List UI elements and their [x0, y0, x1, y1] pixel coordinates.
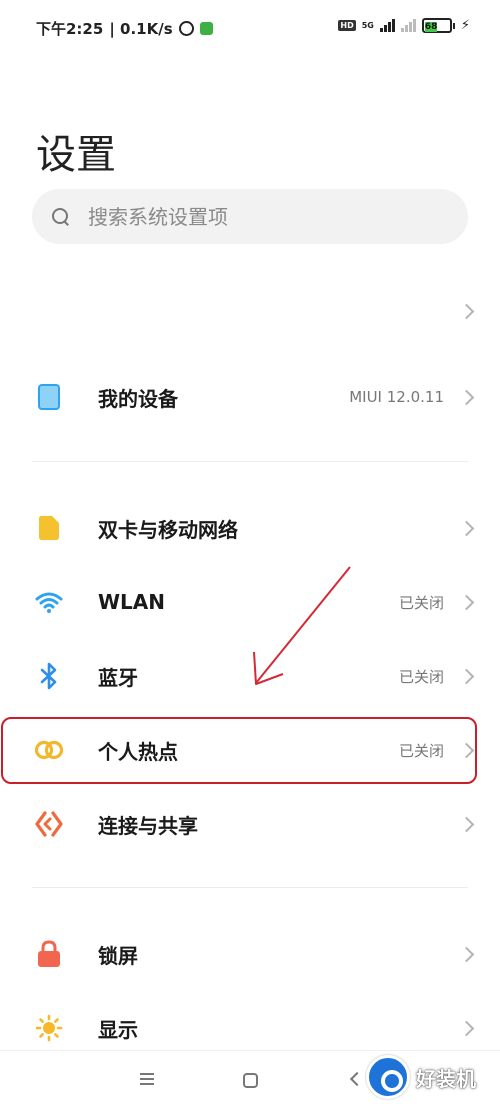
hd-icon: HD [338, 20, 356, 31]
settings-row-my-device[interactable]: 我的设备 MIUI 12.0.11 [0, 362, 500, 432]
watermark-text: 好装机 [416, 1066, 476, 1091]
network-indicator: 5G [361, 20, 374, 30]
recent-apps-button[interactable] [140, 1073, 154, 1085]
settings-row-lock-screen[interactable]: 锁屏 [0, 919, 500, 989]
settings-row-value: MIUI 12.0.11 [349, 388, 444, 406]
chevron-right-icon [458, 594, 475, 610]
battery-icon: 68 [421, 18, 455, 33]
chevron-right-icon [458, 389, 475, 405]
page-title: 设置 [36, 132, 116, 178]
divider [32, 887, 468, 888]
sun-icon [34, 1013, 64, 1043]
status-left: 下午2:25 | 0.1K/s [36, 18, 213, 39]
chevron-right-icon [458, 668, 475, 684]
status-time: 下午2:25 [36, 20, 104, 38]
status-bar: 下午2:25 | 0.1K/s HD 5G 68 ⚡ [0, 0, 500, 56]
signal-icon [379, 19, 395, 32]
settings-row-label: 蓝牙 [98, 665, 138, 690]
search-bar[interactable] [32, 189, 468, 244]
lock-icon [34, 939, 64, 969]
chevron-right-icon [458, 946, 475, 962]
settings-row-value: 已关闭 [398, 593, 444, 612]
status-speed: | 0.1K/s [109, 19, 173, 38]
search-input[interactable] [88, 204, 408, 229]
chevron-right-icon [458, 520, 475, 536]
settings-row-label: 显示 [98, 1017, 138, 1042]
bluetooth-icon [34, 661, 64, 691]
settings-row-account[interactable] [0, 276, 500, 346]
settings-row-label: 我的设备 [98, 386, 178, 411]
settings-row-value: 已关闭 [398, 667, 444, 686]
settings-row-label: WLAN [98, 590, 166, 614]
watermark: 好装机 [366, 1055, 476, 1099]
settings-row-wlan[interactable]: WLAN 已关闭 [0, 567, 500, 637]
chevron-right-icon [458, 816, 475, 832]
home-button[interactable] [243, 1073, 258, 1088]
chevron-right-icon [458, 1020, 475, 1036]
search-icon [52, 207, 70, 226]
wifi-icon [34, 587, 64, 617]
sim-card-icon [34, 513, 64, 543]
settings-row-label: 连接与共享 [98, 813, 198, 838]
charging-icon: ⚡ [460, 18, 470, 33]
settings-row-label: 双卡与移动网络 [98, 517, 238, 542]
alarm-icon [178, 21, 194, 36]
network-type: 5G [361, 20, 374, 30]
settings-row-label: 锁屏 [98, 943, 138, 968]
device-icon [34, 382, 64, 412]
signal-secondary-icon [400, 19, 416, 32]
app-notification-icon [199, 22, 213, 35]
settings-row-bluetooth[interactable]: 蓝牙 已关闭 [0, 641, 500, 711]
status-right: HD 5G 68 ⚡ [338, 18, 470, 33]
battery-level: 68 [424, 22, 438, 32]
settings-row-sim[interactable]: 双卡与移动网络 [0, 493, 500, 563]
watermark-logo-icon [366, 1055, 410, 1099]
settings-row-connection[interactable]: 连接与共享 [0, 789, 500, 859]
annotation-highlight-box [1, 717, 477, 784]
share-icon [34, 809, 64, 839]
chevron-right-icon [458, 303, 475, 319]
divider [32, 461, 468, 462]
back-button[interactable] [349, 1071, 365, 1087]
